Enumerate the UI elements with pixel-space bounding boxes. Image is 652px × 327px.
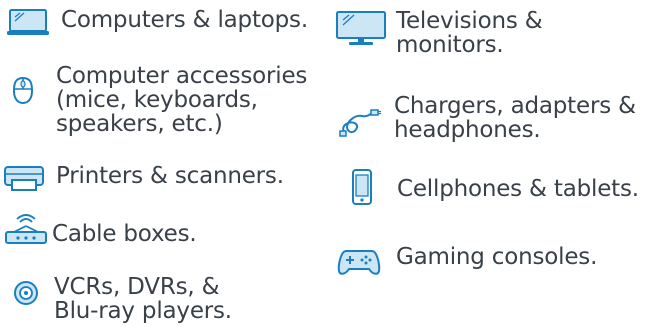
item-label: Cable boxes. <box>52 221 197 247</box>
item-label-line: Computer accessories <box>56 63 308 89</box>
laptop-icon <box>6 7 50 37</box>
item-label-line: Chargers, adapters & <box>394 93 636 119</box>
item-label-line: monitors. <box>396 32 504 58</box>
cellphone-icon <box>351 168 373 206</box>
item-label-line: Blu-ray players. <box>54 298 232 324</box>
item-label-line: headphones. <box>394 117 541 143</box>
television-icon <box>334 9 388 47</box>
mouse-icon <box>11 74 35 106</box>
item-label-line: (mice, keyboards, <box>56 87 258 113</box>
disc-player-icon <box>13 280 39 306</box>
charger-cable-icon <box>338 106 382 138</box>
item-label: Cellphones & tablets. <box>397 176 639 202</box>
item-label: Computers & laptops. <box>61 7 308 33</box>
printer-icon <box>3 163 45 193</box>
item-label: Printers & scanners. <box>56 163 284 189</box>
game-controller-icon <box>336 247 382 277</box>
item-label-line: speakers, etc.) <box>56 111 223 137</box>
item-label-line: VCRs, DVRs, & <box>54 274 220 300</box>
cable-box-icon <box>4 210 48 246</box>
item-label: Gaming consoles. <box>396 244 598 270</box>
item-label-line: Televisions & <box>396 8 543 34</box>
